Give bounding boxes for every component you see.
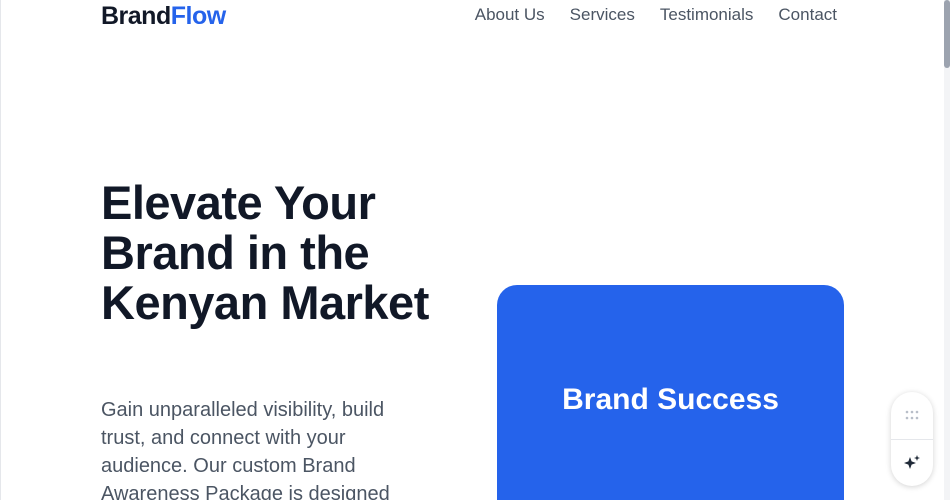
page-edge (0, 0, 1, 500)
hero-description: Gain unparalleled visibility, build trus… (101, 399, 390, 500)
floating-widget (891, 392, 933, 486)
nav-link-contact[interactable]: Contact (778, 5, 837, 25)
widget-grip-button[interactable] (891, 392, 933, 438)
nav-link-testimonials[interactable]: Testimonials (660, 5, 754, 25)
sparkle-icon (904, 455, 920, 469)
main-nav: About Us Services Testimonials Contact (475, 5, 837, 25)
widget-sparkle-button[interactable] (891, 440, 933, 486)
nav-link-services[interactable]: Services (570, 5, 635, 25)
site-header: BrandFlow About Us Services Testimonials… (0, 0, 944, 32)
scrollbar-thumb[interactable] (944, 0, 950, 68)
hero-title: Elevate Your Brand in the Kenyan Market (101, 176, 429, 329)
grip-dots-icon (905, 410, 919, 420)
brand-logo[interactable]: BrandFlow (101, 1, 226, 31)
brand-success-label: Brand Success (562, 383, 779, 416)
nav-link-about[interactable]: About Us (475, 5, 545, 25)
logo-text-primary: Brand (101, 2, 171, 30)
brand-success-card: Brand Success (497, 285, 844, 500)
page-scrollbar[interactable] (944, 0, 950, 500)
logo-text-accent: Flow (170, 2, 226, 30)
